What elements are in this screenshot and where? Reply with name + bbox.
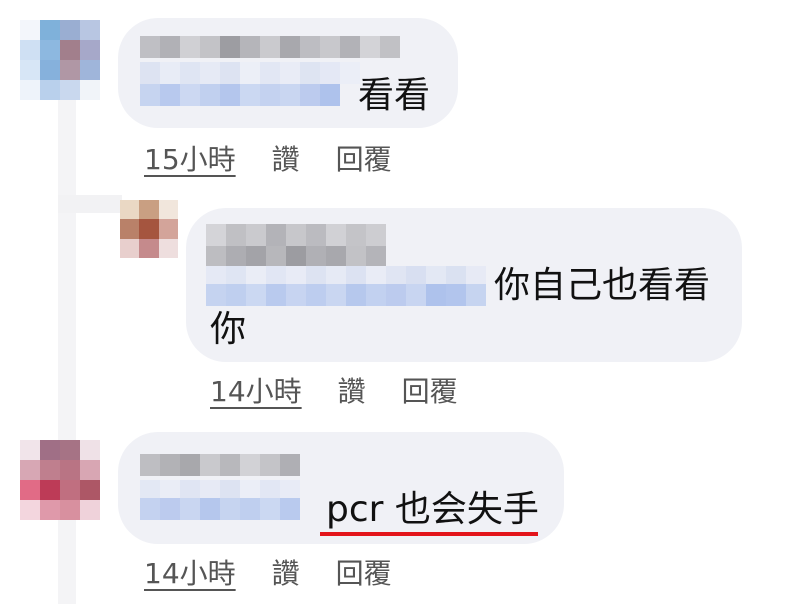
reply-button[interactable]: 回覆 xyxy=(336,144,392,176)
blurred-text xyxy=(206,284,486,306)
comment-text: 看看 xyxy=(358,75,431,116)
comment-meta: 14小時 讚 回覆 xyxy=(210,376,458,408)
like-button[interactable]: 讚 xyxy=(338,376,366,408)
avatar[interactable] xyxy=(20,440,100,520)
blurred-text xyxy=(140,62,360,84)
blurred-name xyxy=(140,454,300,476)
like-button[interactable]: 讚 xyxy=(272,558,300,590)
blurred-text xyxy=(140,84,340,106)
blurred-name xyxy=(206,224,386,246)
avatar[interactable] xyxy=(120,200,178,258)
comment-timestamp[interactable]: 14小時 xyxy=(144,558,236,590)
comment-meta: 14小時 讚 回覆 xyxy=(144,558,392,590)
blurred-text xyxy=(140,498,300,520)
reply-button[interactable]: 回覆 xyxy=(336,558,392,590)
blurred-name xyxy=(206,246,386,268)
reply-button[interactable]: 回覆 xyxy=(402,376,458,408)
comment-text-continued: 你 xyxy=(210,309,247,350)
reply-connector xyxy=(58,195,122,213)
comment-text: 你自己也看看 xyxy=(494,265,711,306)
thread-line xyxy=(58,100,76,604)
avatar[interactable] xyxy=(20,20,100,100)
like-button[interactable]: 讚 xyxy=(272,144,300,176)
comment-text: pcr 也会失手 xyxy=(326,489,539,530)
comment-timestamp[interactable]: 15小時 xyxy=(144,144,236,176)
highlight-underline xyxy=(320,532,538,536)
comment-timestamp[interactable]: 14小時 xyxy=(210,376,302,408)
blurred-name xyxy=(140,36,400,58)
comment-meta: 15小時 讚 回覆 xyxy=(144,144,392,176)
